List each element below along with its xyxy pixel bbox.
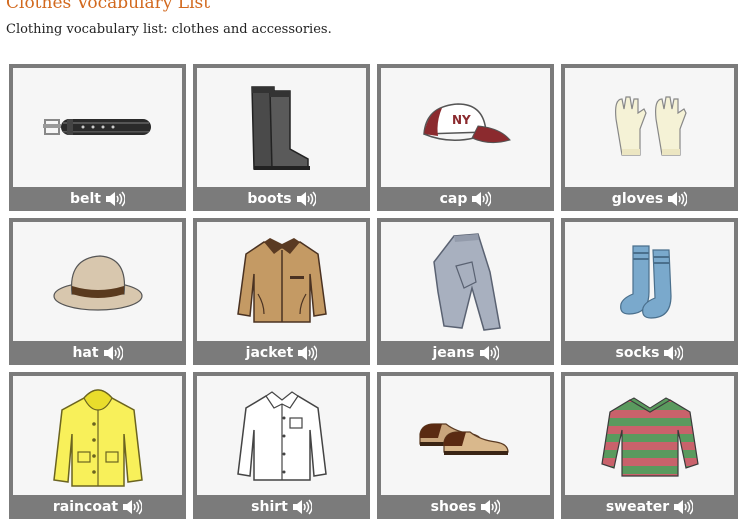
vocab-card-boots[interactable]: boots	[193, 64, 370, 211]
socks-icon	[619, 244, 672, 319]
vocab-card-socks[interactable]: socks	[561, 218, 738, 365]
cap-icon: NY	[422, 102, 511, 143]
vocab-label-bar: jacket	[197, 341, 366, 365]
vocab-label-bar: socks	[565, 341, 734, 365]
speaker-icon[interactable]	[297, 345, 318, 361]
gloves-image[interactable]	[565, 68, 734, 187]
speaker-icon[interactable]	[667, 191, 688, 207]
vocab-card-gloves[interactable]: gloves	[561, 64, 738, 211]
speaker-icon[interactable]	[292, 499, 312, 515]
vocab-word: shoes	[430, 499, 477, 515]
vocab-label-bar: boots	[197, 187, 366, 211]
shoes-icon	[418, 422, 509, 455]
speaker-icon[interactable]	[480, 499, 501, 515]
boots-image[interactable]	[197, 68, 366, 187]
vocab-label-bar: sweater	[565, 495, 734, 519]
vocab-label-bar: shoes	[381, 495, 550, 519]
speaker-icon[interactable]	[296, 191, 316, 207]
vocab-word: shirt	[251, 499, 288, 515]
vocab-word: socks	[615, 345, 660, 361]
vocab-word: gloves	[611, 191, 664, 207]
vocab-label-bar: shirt	[197, 495, 366, 519]
vocab-word: jacket	[245, 345, 294, 361]
belt-icon	[42, 118, 151, 135]
vocab-word: belt	[69, 191, 101, 207]
vocab-card-shoes[interactable]: shoes	[377, 372, 554, 519]
page-subtitle: Clothing vocabulary list: clothes and ac…	[6, 22, 332, 37]
speaker-icon[interactable]	[103, 345, 123, 361]
vocab-word: cap	[439, 191, 468, 207]
vocab-card-jeans[interactable]: jeans	[377, 218, 554, 365]
vocab-label-bar: gloves	[565, 187, 734, 211]
hat-icon	[52, 254, 143, 311]
jacket-image[interactable]	[197, 222, 366, 341]
shirt-icon	[236, 390, 327, 481]
vocab-card-hat[interactable]: hat	[9, 218, 186, 365]
jeans-icon	[432, 232, 501, 331]
vocab-label-bar: jeans	[381, 341, 550, 365]
cap-image[interactable]: NY	[381, 68, 550, 187]
vocabulary-grid: belt boots NY cap gloves hat jacket jean…	[9, 64, 743, 519]
sweater-image[interactable]	[565, 376, 734, 495]
vocab-word: boots	[247, 191, 292, 207]
speaker-icon[interactable]	[663, 345, 684, 361]
hat-image[interactable]	[13, 222, 182, 341]
page-title: Clothes Vocabulary List	[6, 0, 211, 13]
belt-image[interactable]	[13, 68, 182, 187]
vocab-word: hat	[72, 345, 99, 361]
boots-icon	[250, 85, 310, 170]
speaker-icon[interactable]	[105, 191, 125, 207]
vocab-card-raincoat[interactable]: raincoat	[9, 372, 186, 519]
raincoat-icon	[52, 388, 143, 487]
vocab-card-sweater[interactable]: sweater	[561, 372, 738, 519]
vocab-word: raincoat	[52, 499, 119, 515]
vocab-label-bar: hat	[13, 341, 182, 365]
svg-text:NY: NY	[452, 113, 471, 127]
vocab-card-cap[interactable]: NY cap	[377, 64, 554, 211]
gloves-icon	[614, 95, 687, 156]
vocab-label-bar: cap	[381, 187, 550, 211]
vocab-word: sweater	[605, 499, 670, 515]
speaker-icon[interactable]	[122, 499, 143, 515]
vocab-label-bar: belt	[13, 187, 182, 211]
speaker-icon[interactable]	[673, 499, 694, 515]
socks-image[interactable]	[565, 222, 734, 341]
shirt-image[interactable]	[197, 376, 366, 495]
vocab-card-shirt[interactable]: shirt	[193, 372, 370, 519]
vocab-card-belt[interactable]: belt	[9, 64, 186, 211]
raincoat-image[interactable]	[13, 376, 182, 495]
jacket-icon	[236, 237, 327, 323]
speaker-icon[interactable]	[471, 191, 492, 207]
sweater-icon	[600, 396, 699, 477]
vocab-card-jacket[interactable]: jacket	[193, 218, 370, 365]
jeans-image[interactable]	[381, 222, 550, 341]
speaker-icon[interactable]	[479, 345, 499, 361]
shoes-image[interactable]	[381, 376, 550, 495]
vocab-word: jeans	[432, 345, 475, 361]
vocab-label-bar: raincoat	[13, 495, 182, 519]
